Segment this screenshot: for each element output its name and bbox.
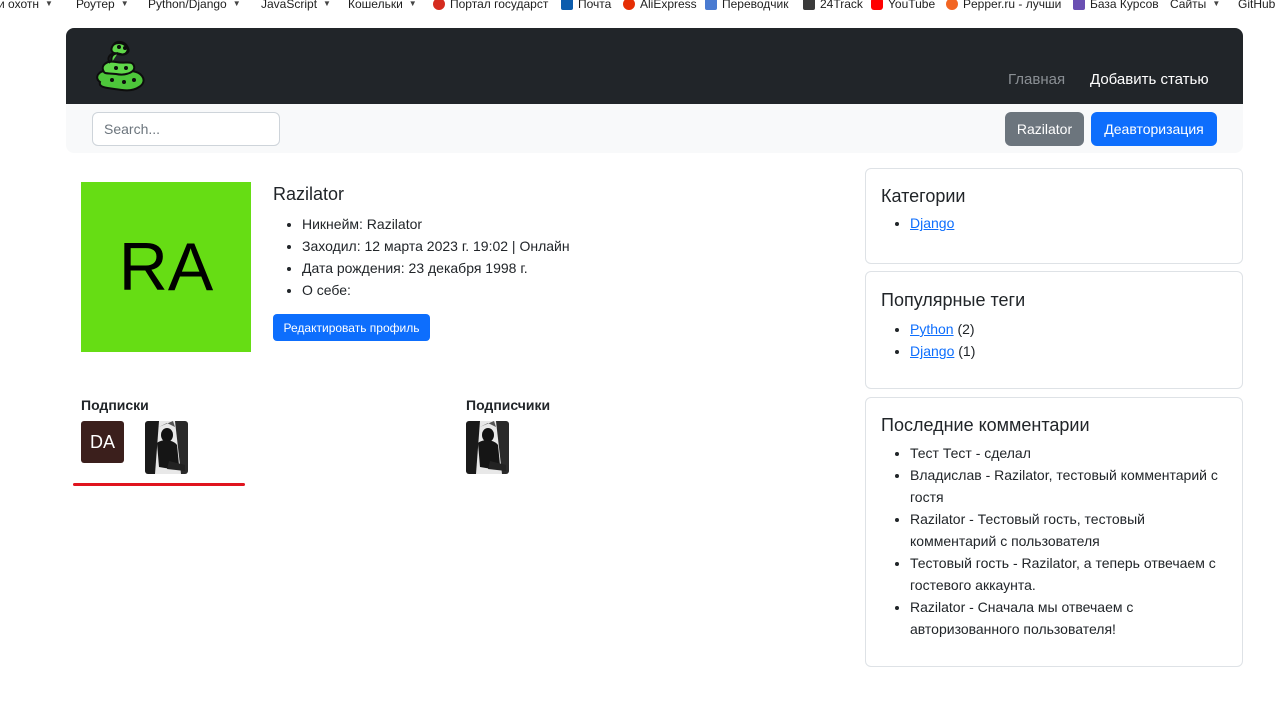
accent-underline — [73, 483, 245, 486]
list-item: Razilator - Сначала мы отвечаем с автори… — [910, 596, 1228, 640]
subscription-avatar-da[interactable]: DA — [81, 421, 124, 463]
list-item: Тест Тест - сделал — [910, 442, 1228, 464]
bookmark-folder-sites[interactable]: Сайты ▼ — [1170, 0, 1220, 12]
tags-title: Популярные теги — [881, 290, 1026, 310]
profile-nickname: Никнейм: Razilator — [302, 213, 570, 235]
categories-title: Категории — [881, 186, 966, 206]
subscriptions-title: Подписки — [81, 397, 149, 413]
user-photo-icon[interactable] — [466, 421, 509, 474]
bookmark-folder-hunting[interactable]: и охотн ▼ — [0, 0, 53, 12]
edit-profile-button[interactable]: Редактировать профиль — [273, 314, 430, 341]
list-item: Razilator - Тестовый гость, тестовый ком… — [910, 508, 1228, 552]
youtube-icon — [871, 0, 883, 10]
profile-name: Razilator — [273, 184, 345, 204]
track-icon — [803, 0, 815, 10]
search-input[interactable] — [92, 112, 280, 146]
categories-card: Категории Django — [865, 168, 1243, 264]
flag-icon — [433, 0, 445, 10]
comments-title: Последние комментарии — [881, 415, 1090, 435]
list-item: Тестовый гость - Razilator, а теперь отв… — [910, 552, 1228, 596]
comments-card: Последние комментарии Тест Тест - сделал… — [865, 397, 1243, 667]
chevron-down-icon: ▼ — [323, 0, 331, 8]
nav-home-link[interactable]: Главная — [1008, 71, 1065, 88]
list-item: Django — [910, 215, 954, 231]
profile-avatar: RA — [81, 182, 251, 352]
bookmark-folder-javascript[interactable]: JavaScript ▼ — [261, 0, 331, 12]
chevron-down-icon: ▼ — [44, 0, 53, 8]
bookmark-youtube[interactable]: YouTube — [871, 0, 935, 12]
bookmark-24track[interactable]: 24Track — [803, 0, 863, 12]
profile-birthday: Дата рождения: 23 декабря 1998 г. — [302, 257, 570, 279]
profile-details: Никнейм: Razilator Заходил: 12 марта 202… — [302, 213, 570, 301]
nav-add-article-link[interactable]: Добавить статью — [1090, 71, 1209, 88]
course-icon — [1073, 0, 1085, 10]
snake-logo-icon[interactable] — [92, 38, 150, 94]
profile-about: О себе: — [302, 279, 570, 301]
tag-count: (2) — [957, 321, 975, 337]
tags-list: Python (2) Django (1) — [910, 318, 975, 362]
chevron-down-icon: ▼ — [120, 0, 129, 8]
list-item: Владислав - Razilator, тестовый коммента… — [910, 464, 1228, 508]
mail-icon — [561, 0, 573, 10]
category-link-django[interactable]: Django — [910, 215, 954, 231]
tag-count: (1) — [958, 343, 976, 359]
bookmark-gosuslugi[interactable]: Портал государст — [433, 0, 548, 12]
profile-last-seen: Заходил: 12 марта 2023 г. 19:02 | Онлайн — [302, 235, 570, 257]
bookmark-pepper[interactable]: Pepper.ru - лучши — [946, 0, 1061, 12]
bookmarks-bar: и охотн ▼ Роутер ▼ Python/Django ▼ JavaScri… — [0, 0, 1280, 14]
bookmark-folder-router[interactable]: Роутер ▼ — [76, 0, 129, 12]
aliexpress-icon — [623, 0, 635, 10]
pepper-icon — [946, 0, 958, 10]
bookmark-translator[interactable]: Переводчик — [705, 0, 789, 12]
navbar: Главная Добавить статью — [66, 28, 1243, 104]
categories-list: Django — [910, 215, 954, 231]
bookmark-folder-wallets[interactable]: Кошельки ▼ — [348, 0, 417, 12]
search-bar-row: Razilator Деавторизация — [66, 104, 1243, 153]
user-photo-icon[interactable] — [145, 421, 188, 474]
chevron-down-icon: ▼ — [232, 0, 241, 8]
bookmark-mail[interactable]: Почта — [561, 0, 611, 12]
translate-icon — [705, 0, 717, 10]
bookmark-courses[interactable]: База Курсов — [1073, 0, 1159, 12]
tag-link-python[interactable]: Python — [910, 321, 954, 337]
comments-list: Тест Тест - сделал Владислав - Razilator… — [910, 442, 1228, 640]
tags-card: Популярные теги Python (2) Django (1) — [865, 271, 1243, 389]
logout-button[interactable]: Деавторизация — [1091, 112, 1217, 146]
bookmark-aliexpress[interactable]: AliExpress — [623, 0, 697, 12]
subscribers-title: Подписчики — [466, 397, 551, 413]
chevron-down-icon: ▼ — [408, 0, 417, 8]
bookmark-github[interactable]: GitHub — [1238, 0, 1275, 12]
list-item: Python (2) — [910, 318, 975, 340]
chevron-down-icon: ▼ — [1212, 0, 1221, 8]
tag-link-django[interactable]: Django — [910, 343, 954, 359]
bookmark-folder-python[interactable]: Python/Django ▼ — [148, 0, 241, 12]
user-profile-button[interactable]: Razilator — [1005, 112, 1084, 146]
list-item: Django (1) — [910, 340, 975, 362]
